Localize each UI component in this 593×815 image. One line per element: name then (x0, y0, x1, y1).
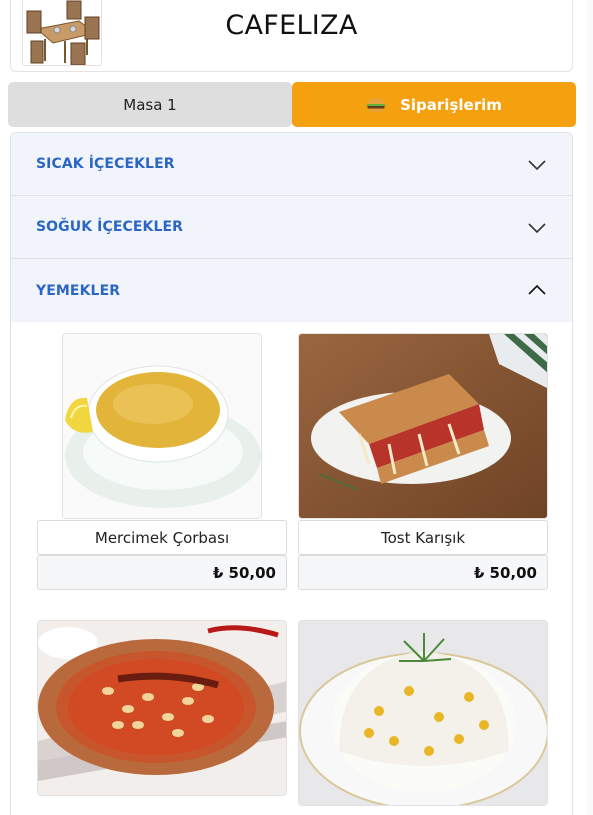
chevron-down-icon (528, 223, 546, 234)
menu-accordion: SICAK İÇECEKLER SOĞUK İÇECEKLER YEMEKLER (10, 132, 573, 815)
tab-my-orders-label: Siparişlerim (400, 95, 502, 114)
product-name[interactable]: Mercimek Çorbası (37, 520, 287, 555)
category-label: SOĞUK İÇECEKLER (36, 219, 184, 235)
product-price: ₺ 50,00 (298, 555, 548, 590)
tab-table-label: Masa 1 (123, 95, 177, 114)
category-label: SICAK İÇECEKLER (36, 156, 175, 172)
tab-table[interactable]: Masa 1 (8, 82, 292, 127)
product-grid: Mercimek Çorbası ₺ 50,00 Tost Karışık ₺ … (11, 322, 572, 815)
category-meals[interactable]: YEMEKLER (11, 259, 572, 322)
product-price: ₺ 50,00 (37, 555, 287, 590)
product-image-mixed-toast[interactable] (298, 333, 548, 519)
category-label: YEMEKLER (36, 282, 121, 299)
product-name[interactable]: Tost Karışık (298, 520, 548, 555)
category-hot-drinks[interactable]: SICAK İÇECEKLER (11, 133, 572, 196)
app-header: CAFELIZA (10, 0, 573, 72)
chevron-down-icon (528, 160, 546, 171)
product-image-rice-pilaf[interactable] (298, 620, 548, 806)
burger-icon (367, 97, 386, 112)
tab-my-orders[interactable]: Siparişlerim (292, 82, 576, 127)
chevron-up-icon (528, 284, 546, 295)
page-scrollbar[interactable] (587, 0, 593, 815)
category-cold-drinks[interactable]: SOĞUK İÇECEKLER (11, 196, 572, 259)
brand-title: CAFELIZA (225, 10, 358, 41)
product-image-bean-stew[interactable] (37, 620, 287, 796)
product-image-lentil-soup[interactable] (62, 333, 262, 519)
